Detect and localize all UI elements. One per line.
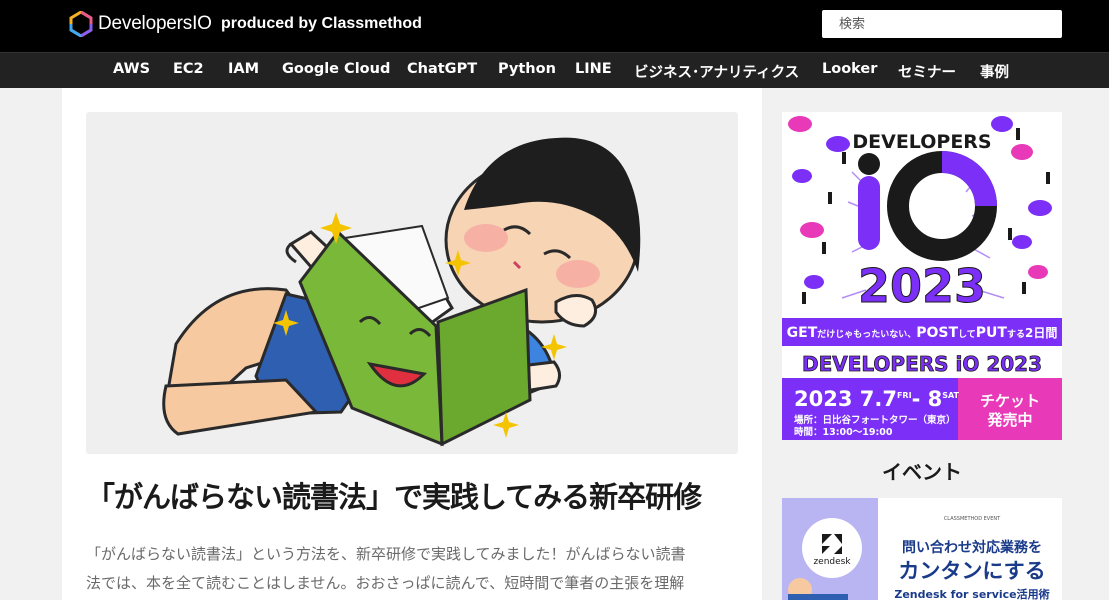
nav-item-business-analytics[interactable]: ビジネス･アナリティクス — [634, 61, 799, 82]
zendesk-line-1: 問い合わせ対応業務を — [902, 539, 1042, 556]
nav-item-case-study[interactable]: 事例 — [980, 61, 1009, 82]
banner-date-sep: - 8 — [912, 387, 943, 411]
article-title[interactable]: 「がんばらない読書法」で実践してみる新卒研修 — [86, 474, 702, 516]
site-logo[interactable]: DevelopersIO — [69, 11, 212, 37]
banner-day2: SAT — [942, 391, 959, 400]
banner-date: 2023 7.7 — [794, 387, 897, 411]
article-excerpt: 「がんばらない読書法」という方法を、新卒研修で実践してみました！がんばらない読書… — [86, 540, 738, 598]
logo-text: DevelopersIO — [98, 13, 212, 34]
zendesk-brand: zendesk — [813, 557, 851, 567]
article-hero-image[interactable] — [86, 112, 738, 454]
tagline-put: PUT — [976, 325, 1008, 341]
tagline-get: GET — [787, 325, 818, 341]
developers-io-2023-banner[interactable]: DEVELOPERS 2023 GETだけじゃもったいない、POSTしてPUTす… — [782, 112, 1062, 440]
banner-brand: DEVELOPERS — [852, 131, 991, 153]
tagline-post: POST — [916, 325, 958, 341]
nav-item-chatgpt[interactable]: ChatGPT — [407, 61, 477, 77]
banner-day1: FRI — [897, 391, 912, 400]
nav-item-line[interactable]: LINE — [575, 61, 612, 77]
nav-item-aws[interactable]: AWS — [113, 61, 150, 77]
tagline-part: する — [1007, 329, 1025, 340]
hexagon-logo-icon — [69, 11, 93, 37]
event-banner-graphic: DEVELOPERS 2023 GETだけじゃもったいない、POSTしてPUTす… — [782, 112, 1062, 440]
zendesk-line-2: カンタンにする — [898, 559, 1045, 583]
nav-item-python[interactable]: Python — [498, 61, 556, 77]
zendesk-event-banner[interactable]: zendesk CLASSMETHOD EVENT 問い合わせ対応業務を カンタ… — [782, 498, 1062, 600]
nav-item-iam[interactable]: IAM — [228, 61, 259, 77]
zendesk-line-3: Zendesk for service活用術 — [894, 587, 1049, 600]
event-section-heading: イベント — [882, 460, 962, 484]
svg-text:2023 7.7FRI- 8SAT: 2023 7.7FRI- 8SAT — [794, 387, 960, 411]
produced-by-text: produced by Classmethod — [221, 15, 422, 32]
banner-time: 時間：13:00～19:00 — [794, 426, 893, 438]
nav-item-seminar[interactable]: セミナー — [898, 61, 956, 82]
boy-reading-book-icon — [162, 137, 641, 447]
excerpt-line: 「がんばらない読書法」という方法を、新卒研修で実践してみました！がんばらない読書 — [86, 545, 686, 563]
banner-venue: 場所：日比谷フォートタワー（東京） — [794, 414, 956, 426]
banner-year: 2023 — [858, 259, 986, 313]
tagline-days: 2日間 — [1025, 326, 1057, 340]
banner-ticket-1: チケット — [980, 392, 1040, 410]
nav-item-google-cloud[interactable]: Google Cloud — [282, 61, 390, 77]
banner-ticket-2: 発売中 — [986, 411, 1032, 429]
zendesk-banner-graphic: zendesk CLASSMETHOD EVENT 問い合わせ対応業務を カンタ… — [782, 498, 1062, 600]
nav-item-looker[interactable]: Looker — [822, 61, 877, 77]
banner-strip-title: DEVELOPERS iO 2023 — [802, 352, 1042, 376]
top-header: DevelopersIO produced by Classmethod — [0, 0, 1109, 52]
zendesk-label-small: CLASSMETHOD EVENT — [944, 516, 1001, 522]
tagline-part: だけじゃもったいない、 — [817, 329, 916, 340]
nav-item-ec2[interactable]: EC2 — [173, 61, 204, 77]
search-input[interactable] — [822, 10, 1062, 38]
excerpt-line: 法では、本を全て読むことはしません。おおさっぱに読んで、短時間で筆者の主張を理解 — [86, 574, 685, 592]
tagline-part: して — [958, 329, 976, 340]
category-nav: AWS EC2 IAM Google Cloud ChatGPT Python … — [0, 52, 1109, 88]
